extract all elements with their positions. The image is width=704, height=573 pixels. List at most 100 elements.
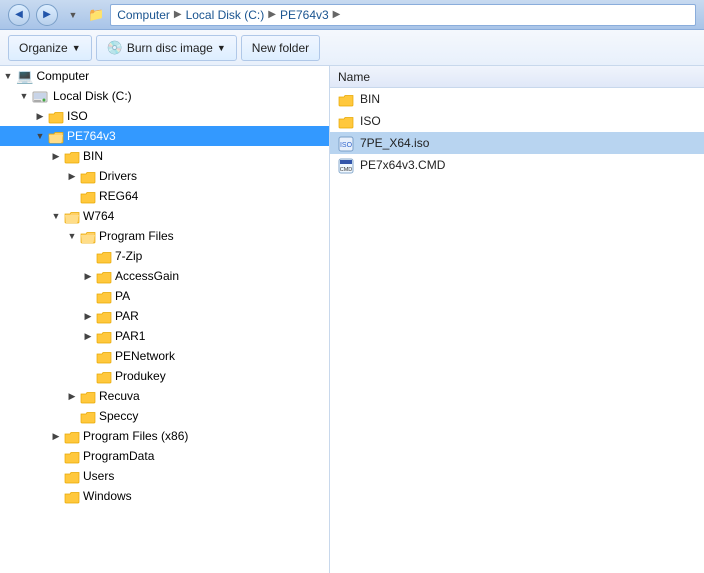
file-col-header: Name	[330, 66, 704, 88]
tree-label-penetwork: PENetwork	[115, 349, 175, 363]
tree-item-iso[interactable]: ▶ ISO	[0, 106, 329, 126]
file-item-3[interactable]: CMD PE7x64v3.CMD	[330, 154, 704, 176]
main-area: ▼💻Computer▼ Local Disk (C:)▶ ISO▼ PE764v…	[0, 66, 704, 573]
expand-btn-iso[interactable]: ▶	[32, 108, 48, 124]
tree-item-pa[interactable]: PA	[0, 286, 329, 306]
sep2: ▶	[268, 9, 276, 20]
tree-item-program-files-x86[interactable]: ▶ Program Files (x86)	[0, 426, 329, 446]
sep3: ▶	[333, 9, 341, 20]
expand-btn-local-disk[interactable]: ▼	[16, 88, 32, 104]
title-bar: ◀ ▶ ▼ 📁 Computer ▶ Local Disk (C:) ▶ PE7…	[0, 0, 704, 30]
burn-disc-icon: 💿	[107, 40, 123, 56]
breadcrumb-computer[interactable]: Computer	[117, 8, 170, 22]
expand-btn-drivers[interactable]: ▶	[64, 168, 80, 184]
folder-icon-w764	[64, 208, 80, 224]
folder-icon-7zip	[96, 248, 112, 264]
file-icon-0	[338, 91, 354, 107]
expand-btn-accessgain[interactable]: ▶	[80, 268, 96, 284]
tree-item-programdata[interactable]: ProgramData	[0, 446, 329, 466]
expand-btn-program-files-x86[interactable]: ▶	[48, 428, 64, 444]
tree-label-accessgain: AccessGain	[115, 269, 179, 283]
folder-icon-program-files-x86	[64, 428, 80, 444]
tree-label-users: Users	[83, 469, 114, 483]
folder-icon-users	[64, 468, 80, 484]
expand-btn-bin[interactable]: ▶	[48, 148, 64, 164]
tree-label-recuva: Recuva	[99, 389, 140, 403]
new-folder-label: New folder	[252, 41, 309, 55]
tree-item-w764[interactable]: ▼ W764	[0, 206, 329, 226]
tree-item-bin[interactable]: ▶ BIN	[0, 146, 329, 166]
breadcrumb-pe764v3[interactable]: PE764v3	[280, 8, 329, 22]
burn-button[interactable]: 💿 Burn disc image ▼	[96, 35, 237, 61]
folder-icon-computer: 💻	[16, 68, 33, 85]
tree-label-computer: Computer	[36, 69, 89, 83]
tree-label-programdata: ProgramData	[83, 449, 154, 463]
tree-label-local-disk: Local Disk (C:)	[53, 89, 132, 103]
organize-button[interactable]: Organize ▼	[8, 35, 92, 61]
back-button[interactable]: ◀	[8, 4, 30, 26]
expand-btn-computer[interactable]: ▼	[0, 68, 16, 84]
file-icon-1	[338, 113, 354, 129]
file-icon-3: CMD	[338, 156, 354, 173]
folder-icon-speccy	[80, 408, 96, 424]
tree-label-windows: Windows	[83, 489, 132, 503]
tree-label-program-files-x86: Program Files (x86)	[83, 429, 188, 443]
tree-label-w764: W764	[83, 209, 114, 223]
tree-item-computer[interactable]: ▼💻Computer	[0, 66, 329, 86]
expand-btn-par1[interactable]: ▶	[80, 328, 96, 344]
tree-item-7zip[interactable]: 7-Zip	[0, 246, 329, 266]
tree-label-reg64: REG64	[99, 189, 138, 203]
tree-item-penetwork[interactable]: PENetwork	[0, 346, 329, 366]
tree-item-recuva[interactable]: ▶ Recuva	[0, 386, 329, 406]
tree-label-drivers: Drivers	[99, 169, 137, 183]
folder-icon-local-disk	[32, 88, 50, 104]
organize-arrow: ▼	[72, 43, 81, 53]
tree-item-program-files[interactable]: ▼ Program Files	[0, 226, 329, 246]
tree-item-speccy[interactable]: Speccy	[0, 406, 329, 426]
expand-btn-par[interactable]: ▶	[80, 308, 96, 324]
dropdown-arrow[interactable]: ▼	[64, 6, 82, 24]
tree-label-iso: ISO	[67, 109, 88, 123]
tree-label-produkey: Produkey	[115, 369, 166, 383]
tree-label-7zip: 7-Zip	[115, 249, 142, 263]
file-name-0: BIN	[360, 92, 380, 106]
tree-label-pe764v3: PE764v3	[67, 129, 116, 143]
folder-icon-pa	[96, 288, 112, 304]
tree-item-drivers[interactable]: ▶ Drivers	[0, 166, 329, 186]
tree-label-bin: BIN	[83, 149, 103, 163]
tree-item-accessgain[interactable]: ▶ AccessGain	[0, 266, 329, 286]
sep1: ▶	[174, 9, 182, 20]
address-folder-icon: 📁	[88, 7, 104, 23]
tree-label-speccy: Speccy	[99, 409, 138, 423]
tree-item-par[interactable]: ▶ PAR	[0, 306, 329, 326]
tree-item-produkey[interactable]: Produkey	[0, 366, 329, 386]
tree-item-local-disk[interactable]: ▼ Local Disk (C:)	[0, 86, 329, 106]
tree-item-pe764v3[interactable]: ▼ PE764v3	[0, 126, 329, 146]
new-folder-button[interactable]: New folder	[241, 35, 320, 61]
folder-icon-produkey	[96, 368, 112, 384]
folder-icon-penetwork	[96, 348, 112, 364]
tree-item-par1[interactable]: ▶ PAR1	[0, 326, 329, 346]
file-panel: Name BIN ISO ISO 7PE_X64.iso CMD PE7x64v…	[330, 66, 704, 573]
file-item-2[interactable]: ISO 7PE_X64.iso	[330, 132, 704, 154]
tree-item-users[interactable]: Users	[0, 466, 329, 486]
tree-label-par1: PAR1	[115, 329, 145, 343]
expand-btn-program-files[interactable]: ▼	[64, 228, 80, 244]
folder-icon-programdata	[64, 448, 80, 464]
expand-btn-pe764v3[interactable]: ▼	[32, 128, 48, 144]
svg-text:CMD: CMD	[340, 167, 353, 173]
tree-item-windows[interactable]: Windows	[0, 486, 329, 506]
breadcrumb-local-disk[interactable]: Local Disk (C:)	[186, 8, 265, 22]
tree-panel: ▼💻Computer▼ Local Disk (C:)▶ ISO▼ PE764v…	[0, 66, 330, 573]
file-item-0[interactable]: BIN	[330, 88, 704, 110]
file-item-1[interactable]: ISO	[330, 110, 704, 132]
folder-icon-par1	[96, 328, 112, 344]
expand-btn-recuva[interactable]: ▶	[64, 388, 80, 404]
name-col-label: Name	[338, 70, 370, 84]
tree-item-reg64[interactable]: REG64	[0, 186, 329, 206]
folder-icon-par	[96, 308, 112, 324]
address-bar[interactable]: Computer ▶ Local Disk (C:) ▶ PE764v3 ▶	[110, 4, 696, 26]
expand-btn-w764[interactable]: ▼	[48, 208, 64, 224]
forward-button[interactable]: ▶	[36, 4, 58, 26]
folder-icon-accessgain	[96, 268, 112, 284]
